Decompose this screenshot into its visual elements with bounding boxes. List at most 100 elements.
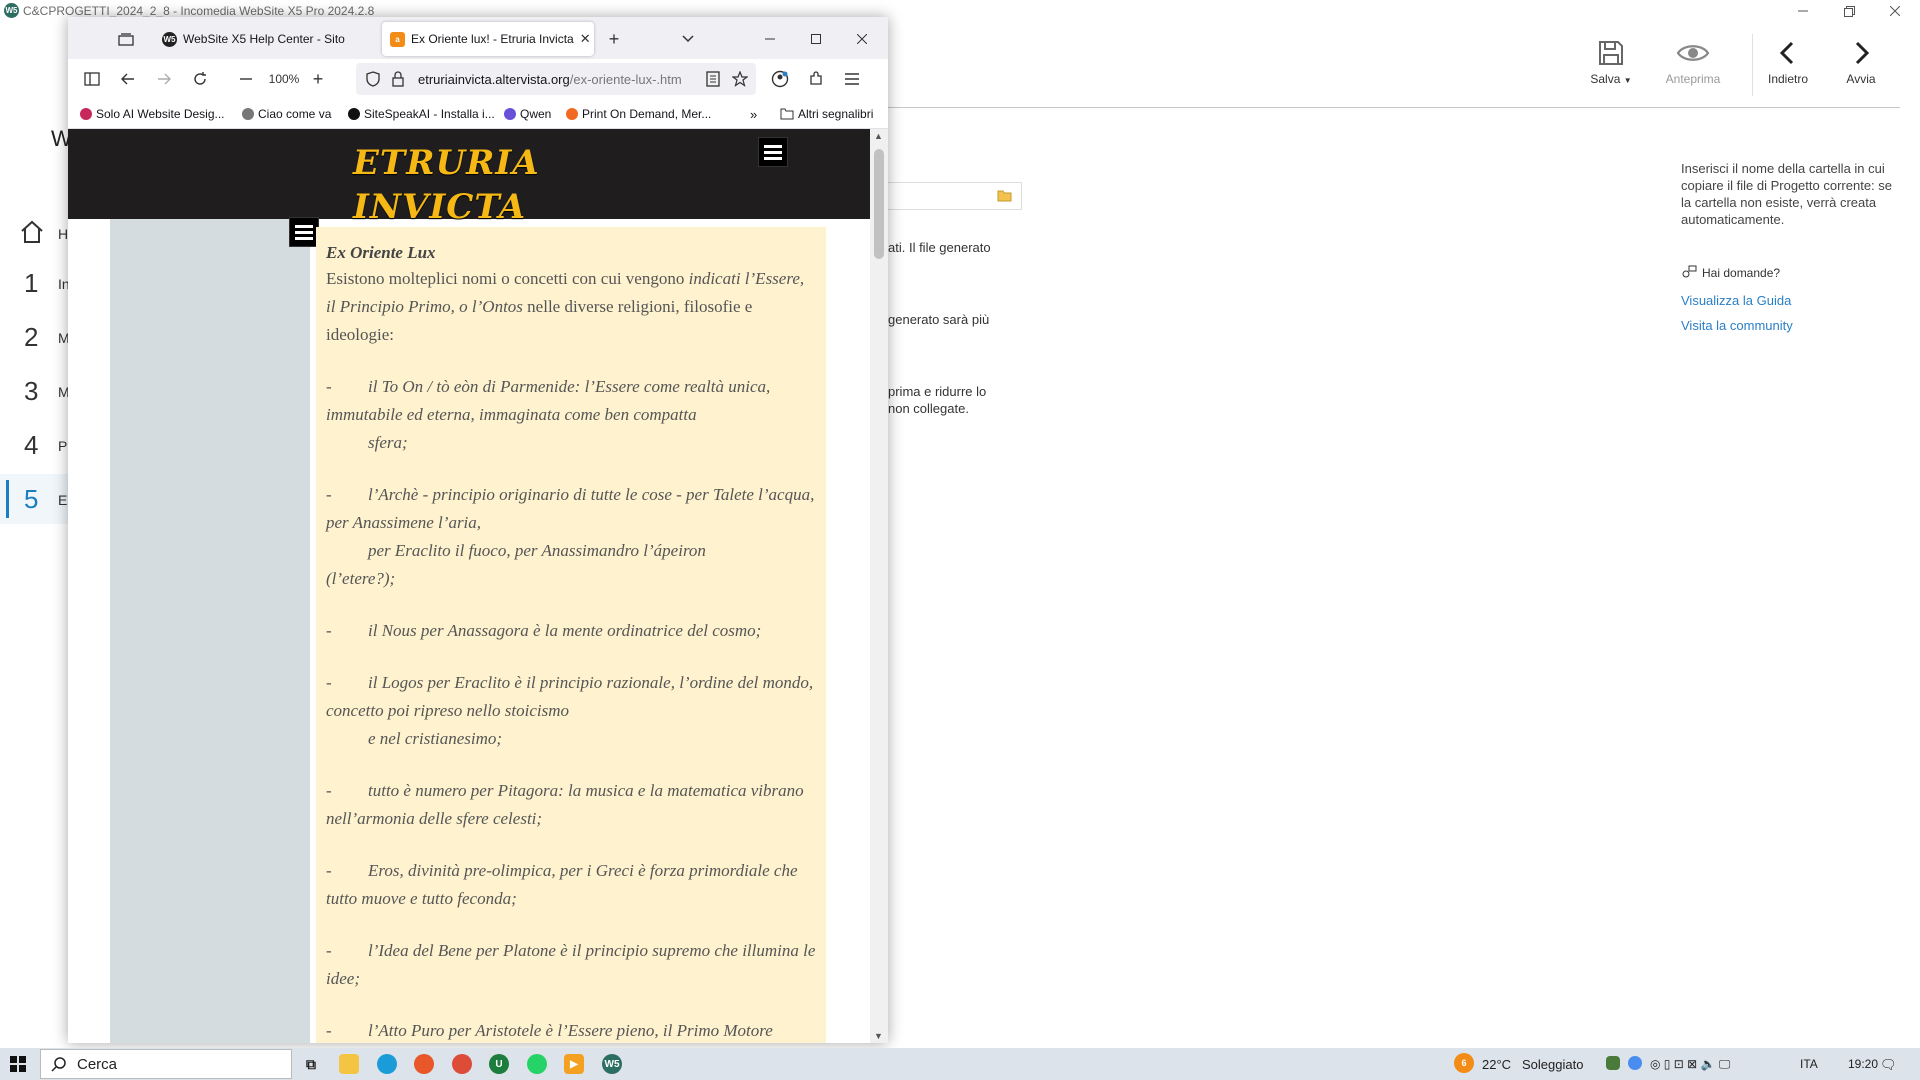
close-button[interactable]: [1872, 0, 1918, 22]
community-link[interactable]: Visita la community: [1681, 318, 1793, 333]
close-icon[interactable]: [852, 29, 872, 49]
scrollbar-thumb[interactable]: [874, 149, 884, 259]
bookmark-item[interactable]: Solo AI Website Desig...: [80, 107, 225, 121]
menu-icon[interactable]: [842, 69, 862, 89]
close-tab-icon[interactable]: ✕: [580, 31, 591, 47]
sidebar-item-step-3[interactable]: 3M: [0, 366, 70, 416]
sidebar-item-step-2[interactable]: 2M: [0, 312, 70, 362]
zoom-out-icon[interactable]: [236, 69, 256, 89]
weather-text[interactable]: Soleggiato: [1522, 1057, 1583, 1072]
home-icon: [21, 220, 43, 243]
chrome-icon[interactable]: [452, 1054, 472, 1074]
weather-temp[interactable]: 22°C: [1482, 1057, 1511, 1072]
bookmark-favicon-icon: [566, 108, 578, 120]
scroll-down-icon[interactable]: ▼: [874, 1031, 883, 1041]
list-text: il Nous per Anassagora è la mente ordina…: [368, 621, 762, 640]
list-item: - l’Archè - principio originario di tutte…: [326, 481, 816, 537]
back-button[interactable]: Indietro: [1751, 40, 1825, 86]
bookmark-star-icon[interactable]: [732, 71, 748, 87]
sidebar-item-home[interactable]: H: [0, 208, 70, 258]
bookmark-item[interactable]: Qwen: [504, 107, 551, 121]
bookmark-item[interactable]: SiteSpeakAI - Installa i...: [348, 107, 495, 121]
tray-icons[interactable]: ◎ ▯ ⊡ ⊠ 🔈 🖵: [1650, 1057, 1730, 1072]
sidebar-item-step-1[interactable]: 1 In: [0, 258, 70, 308]
other-bookmarks-label: Altri segnalibri: [798, 107, 874, 121]
notifications-icon[interactable]: 🗨: [1880, 1057, 1897, 1073]
next-label: Avvia: [1846, 72, 1876, 86]
reader-view-icon[interactable]: [706, 71, 720, 87]
lock-icon[interactable]: [392, 71, 404, 87]
file-explorer-icon[interactable]: [339, 1054, 359, 1074]
bookmark-item[interactable]: Ciao come va: [242, 107, 331, 121]
list-text: tutto è numero per Pitagora: la musica e…: [326, 781, 804, 828]
guide-link[interactable]: Visualizza la Guida: [1681, 293, 1791, 308]
list-continuation: sfera;: [368, 433, 408, 452]
restore-button[interactable]: [1826, 0, 1872, 22]
save-button[interactable]: Salva ▼: [1574, 40, 1648, 86]
language-indicator[interactable]: ITA: [1800, 1057, 1818, 1071]
next-button[interactable]: Avvia: [1824, 40, 1898, 86]
list-dash: -: [326, 1021, 332, 1040]
site-logo[interactable]: Etruria Invicta: [353, 141, 540, 229]
firefox-icon[interactable]: [414, 1054, 434, 1074]
whatsapp-icon[interactable]: [527, 1054, 547, 1074]
sidebar-toggle-icon[interactable]: [82, 69, 102, 89]
media-player-icon[interactable]: ▶: [564, 1054, 584, 1074]
website-x5-icon[interactable]: W5: [602, 1054, 622, 1074]
cloud-sync-icon[interactable]: [1628, 1056, 1642, 1070]
sidebar-item-step-5[interactable]: 5 Es: [0, 474, 74, 524]
tab-help-center[interactable]: W5 WebSite X5 Help Center - Sito: [154, 22, 372, 56]
tab-ex-oriente-lux[interactable]: a Ex Oriente lux! - Etruria Invicta ✕: [382, 22, 594, 56]
scroll-up-icon[interactable]: ▲: [874, 131, 883, 141]
zoom-in-icon[interactable]: +: [308, 69, 328, 89]
shield-icon[interactable]: [366, 71, 380, 87]
task-view-icon[interactable]: ⧉: [301, 1054, 321, 1074]
account-icon[interactable]: [770, 69, 790, 89]
new-tab-icon[interactable]: +: [604, 29, 624, 49]
list-tabs-icon[interactable]: [678, 29, 698, 49]
side-menu-icon[interactable]: [289, 217, 319, 247]
page-scrollbar[interactable]: ▲ ▼: [870, 129, 888, 1043]
logo-line-2: Invicta: [353, 187, 527, 227]
hamburger-menu-icon[interactable]: [758, 137, 788, 167]
sidebar-item-step-4[interactable]: 4 Pa: [0, 420, 75, 470]
reload-icon[interactable]: [190, 69, 210, 89]
app-logo-icon: W5: [4, 3, 19, 18]
extensions-icon[interactable]: [806, 69, 826, 89]
url-bar[interactable]: etruriainvicta.altervista.org/ex-oriente…: [356, 63, 756, 95]
browser-window: W5 WebSite X5 Help Center - Sito a Ex Or…: [68, 17, 888, 1043]
url-host: etruriainvicta.altervista.org: [418, 72, 570, 87]
minimize-icon[interactable]: [760, 29, 780, 49]
bookmark-label: Ciao come va: [258, 107, 332, 121]
list-item: - il To On / tò eòn di Parmenide: l’Esser…: [326, 373, 816, 429]
windows-start-icon[interactable]: [10, 1056, 26, 1072]
site-sidebar: [110, 219, 310, 1043]
tab-manager-icon[interactable]: [116, 29, 136, 49]
list-dash: -: [326, 673, 332, 692]
nvidia-icon[interactable]: [1606, 1056, 1620, 1070]
clock[interactable]: 19:20: [1848, 1057, 1878, 1071]
url-text: etruriainvicta.altervista.org/ex-oriente…: [418, 72, 700, 87]
logo-line-1: Etruria: [353, 143, 540, 183]
other-bookmarks[interactable]: Altri segnalibri: [780, 107, 873, 121]
folder-open-icon[interactable]: [997, 189, 1013, 203]
taskbar-search[interactable]: Cerca: [40, 1049, 292, 1079]
list-text: Eros, divinità pre-olimpica, per i Greci…: [326, 861, 798, 908]
weather-sun-icon[interactable]: 6: [1454, 1053, 1474, 1073]
list-text: l’Idea del Bene per Platone è il princip…: [326, 941, 816, 988]
maximize-icon[interactable]: [806, 29, 826, 49]
minimize-button[interactable]: [1780, 0, 1826, 22]
upwork-icon[interactable]: U: [489, 1054, 509, 1074]
folder-path-field[interactable]: [880, 182, 1022, 210]
back-arrow-icon[interactable]: [118, 69, 138, 89]
list-item: - il Nous per Anassagora è la mente ordin…: [326, 617, 816, 645]
step-number: 3: [24, 376, 39, 406]
list-item: - l’Atto Puro per Aristotele è l’Essere p…: [326, 1017, 816, 1043]
bookmark-item[interactable]: Print On Demand, Mer...: [566, 107, 711, 121]
forward-arrow-icon[interactable]: [154, 69, 174, 89]
more-bookmarks-icon[interactable]: »: [750, 107, 757, 122]
edge-icon[interactable]: [377, 1054, 397, 1074]
search-placeholder: Cerca: [77, 1056, 118, 1073]
preview-button[interactable]: Anteprima: [1656, 40, 1730, 86]
zoom-level[interactable]: 100%: [266, 69, 302, 89]
